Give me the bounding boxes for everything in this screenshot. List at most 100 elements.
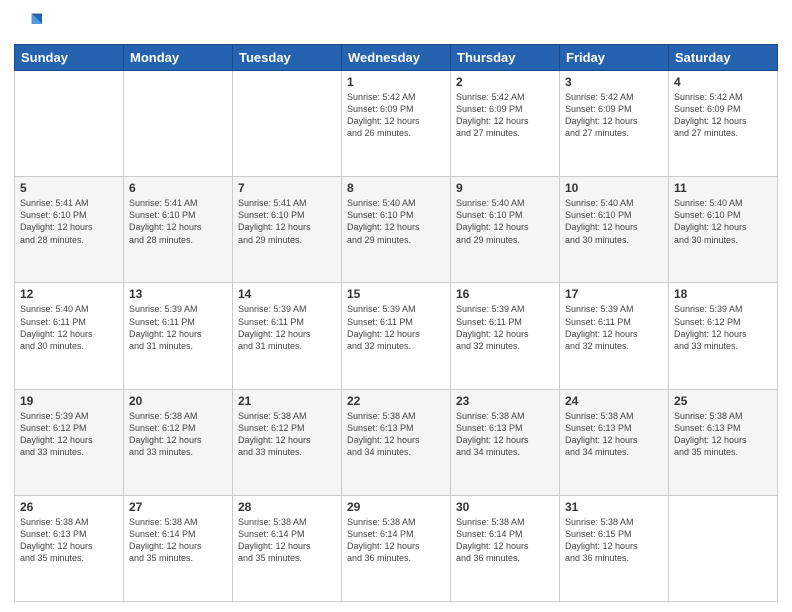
day-number: 31 bbox=[565, 500, 663, 514]
day-number: 24 bbox=[565, 394, 663, 408]
day-info: Sunrise: 5:39 AM Sunset: 6:11 PM Dayligh… bbox=[238, 303, 336, 352]
calendar-header-friday: Friday bbox=[560, 45, 669, 71]
day-info: Sunrise: 5:40 AM Sunset: 6:11 PM Dayligh… bbox=[20, 303, 118, 352]
calendar-cell bbox=[15, 71, 124, 177]
day-info: Sunrise: 5:42 AM Sunset: 6:09 PM Dayligh… bbox=[456, 91, 554, 140]
day-info: Sunrise: 5:38 AM Sunset: 6:13 PM Dayligh… bbox=[20, 516, 118, 565]
day-number: 15 bbox=[347, 287, 445, 301]
day-info: Sunrise: 5:38 AM Sunset: 6:14 PM Dayligh… bbox=[129, 516, 227, 565]
calendar-cell: 23Sunrise: 5:38 AM Sunset: 6:13 PM Dayli… bbox=[451, 389, 560, 495]
calendar-cell: 18 Sunrise: 5:39 AM Sunset: 6:12 PM Dayli… bbox=[669, 283, 778, 389]
calendar-cell bbox=[124, 71, 233, 177]
calendar-cell: 19 Sunrise: 5:39 AM Sunset: 6:12 PM Dayli… bbox=[15, 389, 124, 495]
calendar-cell: 26Sunrise: 5:38 AM Sunset: 6:13 PM Dayli… bbox=[15, 495, 124, 601]
day-number: 18 bbox=[674, 287, 772, 301]
calendar-cell: 4 Sunrise: 5:42 AM Sunset: 6:09 PM Daylig… bbox=[669, 71, 778, 177]
day-info: Sunrise: 5:41 AM Sunset: 6:10 PM Dayligh… bbox=[129, 197, 227, 246]
calendar-header-tuesday: Tuesday bbox=[233, 45, 342, 71]
calendar-cell: 8Sunrise: 5:40 AM Sunset: 6:10 PM Daylig… bbox=[342, 177, 451, 283]
day-number: 11 bbox=[674, 181, 772, 195]
day-info: Sunrise: 5:38 AM Sunset: 6:13 PM Dayligh… bbox=[674, 410, 772, 459]
calendar-cell: 31 Sunrise: 5:38 AM Sunset: 6:15 PM Dayli… bbox=[560, 495, 669, 601]
calendar: SundayMondayTuesdayWednesdayThursdayFrid… bbox=[14, 44, 778, 602]
day-number: 12 bbox=[20, 287, 118, 301]
calendar-cell: 30Sunrise: 5:38 AM Sunset: 6:14 PM Dayli… bbox=[451, 495, 560, 601]
day-info: Sunrise: 5:38 AM Sunset: 6:13 PM Dayligh… bbox=[456, 410, 554, 459]
day-info: Sunrise: 5:41 AM Sunset: 6:10 PM Dayligh… bbox=[20, 197, 118, 246]
day-number: 9 bbox=[456, 181, 554, 195]
day-info: Sunrise: 5:39 AM Sunset: 6:11 PM Dayligh… bbox=[565, 303, 663, 352]
logo bbox=[14, 10, 46, 38]
day-number: 4 bbox=[674, 75, 772, 89]
day-number: 19 bbox=[20, 394, 118, 408]
calendar-cell: 20 Sunrise: 5:38 AM Sunset: 6:12 PM Dayli… bbox=[124, 389, 233, 495]
day-info: Sunrise: 5:38 AM Sunset: 6:12 PM Dayligh… bbox=[129, 410, 227, 459]
calendar-cell: 12 Sunrise: 5:40 AM Sunset: 6:11 PM Dayli… bbox=[15, 283, 124, 389]
calendar-week-row: 19 Sunrise: 5:39 AM Sunset: 6:12 PM Dayli… bbox=[15, 389, 778, 495]
day-number: 14 bbox=[238, 287, 336, 301]
day-number: 8 bbox=[347, 181, 445, 195]
day-number: 17 bbox=[565, 287, 663, 301]
calendar-header-monday: Monday bbox=[124, 45, 233, 71]
day-number: 25 bbox=[674, 394, 772, 408]
day-number: 2 bbox=[456, 75, 554, 89]
calendar-cell: 28Sunrise: 5:38 AM Sunset: 6:14 PM Dayli… bbox=[233, 495, 342, 601]
calendar-header-saturday: Saturday bbox=[669, 45, 778, 71]
day-number: 7 bbox=[238, 181, 336, 195]
day-number: 22 bbox=[347, 394, 445, 408]
day-number: 20 bbox=[129, 394, 227, 408]
calendar-cell: 29 Sunrise: 5:38 AM Sunset: 6:14 PM Dayli… bbox=[342, 495, 451, 601]
calendar-header-wednesday: Wednesday bbox=[342, 45, 451, 71]
day-number: 6 bbox=[129, 181, 227, 195]
day-info: Sunrise: 5:38 AM Sunset: 6:14 PM Dayligh… bbox=[347, 516, 445, 565]
calendar-cell: 1Sunrise: 5:42 AM Sunset: 6:09 PM Daylig… bbox=[342, 71, 451, 177]
calendar-week-row: 12 Sunrise: 5:40 AM Sunset: 6:11 PM Dayli… bbox=[15, 283, 778, 389]
day-number: 29 bbox=[347, 500, 445, 514]
calendar-cell bbox=[233, 71, 342, 177]
calendar-cell: 5 Sunrise: 5:41 AM Sunset: 6:10 PM Daylig… bbox=[15, 177, 124, 283]
calendar-cell: 27 Sunrise: 5:38 AM Sunset: 6:14 PM Dayli… bbox=[124, 495, 233, 601]
calendar-cell: 11Sunrise: 5:40 AM Sunset: 6:10 PM Dayli… bbox=[669, 177, 778, 283]
day-number: 3 bbox=[565, 75, 663, 89]
calendar-cell bbox=[669, 495, 778, 601]
day-number: 27 bbox=[129, 500, 227, 514]
calendar-cell: 15 Sunrise: 5:39 AM Sunset: 6:11 PM Dayli… bbox=[342, 283, 451, 389]
calendar-cell: 14 Sunrise: 5:39 AM Sunset: 6:11 PM Dayli… bbox=[233, 283, 342, 389]
day-info: Sunrise: 5:41 AM Sunset: 6:10 PM Dayligh… bbox=[238, 197, 336, 246]
calendar-cell: 10Sunrise: 5:40 AM Sunset: 6:10 PM Dayli… bbox=[560, 177, 669, 283]
day-info: Sunrise: 5:38 AM Sunset: 6:12 PM Dayligh… bbox=[238, 410, 336, 459]
day-number: 10 bbox=[565, 181, 663, 195]
day-number: 21 bbox=[238, 394, 336, 408]
day-info: Sunrise: 5:40 AM Sunset: 6:10 PM Dayligh… bbox=[456, 197, 554, 246]
day-number: 5 bbox=[20, 181, 118, 195]
day-number: 30 bbox=[456, 500, 554, 514]
day-info: Sunrise: 5:39 AM Sunset: 6:11 PM Dayligh… bbox=[347, 303, 445, 352]
day-number: 16 bbox=[456, 287, 554, 301]
day-info: Sunrise: 5:42 AM Sunset: 6:09 PM Dayligh… bbox=[565, 91, 663, 140]
calendar-week-row: 26Sunrise: 5:38 AM Sunset: 6:13 PM Dayli… bbox=[15, 495, 778, 601]
calendar-week-row: 1 Sunrise: 5:42 AM Sunset: 6:09 PM Daylig… bbox=[15, 71, 778, 177]
calendar-week-row: 5 Sunrise: 5:41 AM Sunset: 6:10 PM Daylig… bbox=[15, 177, 778, 283]
calendar-cell: 25 Sunrise: 5:38 AM Sunset: 6:13 PM Dayli… bbox=[669, 389, 778, 495]
calendar-cell: 21 Sunrise: 5:38 AM Sunset: 6:12 PM Dayli… bbox=[233, 389, 342, 495]
calendar-header-row: SundayMondayTuesdayWednesdayThursdayFrid… bbox=[15, 45, 778, 71]
calendar-cell: 7 Sunrise: 5:41 AM Sunset: 6:10 PM Daylig… bbox=[233, 177, 342, 283]
day-info: Sunrise: 5:38 AM Sunset: 6:14 PM Dayligh… bbox=[238, 516, 336, 565]
calendar-cell: 22Sunrise: 5:38 AM Sunset: 6:13 PM Dayli… bbox=[342, 389, 451, 495]
day-info: Sunrise: 5:38 AM Sunset: 6:15 PM Dayligh… bbox=[565, 516, 663, 565]
calendar-cell: 16Sunrise: 5:39 AM Sunset: 6:11 PM Dayli… bbox=[451, 283, 560, 389]
calendar-header-thursday: Thursday bbox=[451, 45, 560, 71]
day-info: Sunrise: 5:39 AM Sunset: 6:12 PM Dayligh… bbox=[674, 303, 772, 352]
calendar-cell: 2 Sunrise: 5:42 AM Sunset: 6:09 PM Daylig… bbox=[451, 71, 560, 177]
calendar-header-sunday: Sunday bbox=[15, 45, 124, 71]
day-info: Sunrise: 5:39 AM Sunset: 6:11 PM Dayligh… bbox=[129, 303, 227, 352]
day-info: Sunrise: 5:38 AM Sunset: 6:13 PM Dayligh… bbox=[565, 410, 663, 459]
day-number: 1 bbox=[347, 75, 445, 89]
day-info: Sunrise: 5:42 AM Sunset: 6:09 PM Dayligh… bbox=[674, 91, 772, 140]
calendar-cell: 6 Sunrise: 5:41 AM Sunset: 6:10 PM Daylig… bbox=[124, 177, 233, 283]
calendar-cell: 9 Sunrise: 5:40 AM Sunset: 6:10 PM Daylig… bbox=[451, 177, 560, 283]
day-number: 13 bbox=[129, 287, 227, 301]
calendar-cell: 13 Sunrise: 5:39 AM Sunset: 6:11 PM Dayli… bbox=[124, 283, 233, 389]
day-info: Sunrise: 5:39 AM Sunset: 6:12 PM Dayligh… bbox=[20, 410, 118, 459]
header bbox=[14, 10, 778, 38]
